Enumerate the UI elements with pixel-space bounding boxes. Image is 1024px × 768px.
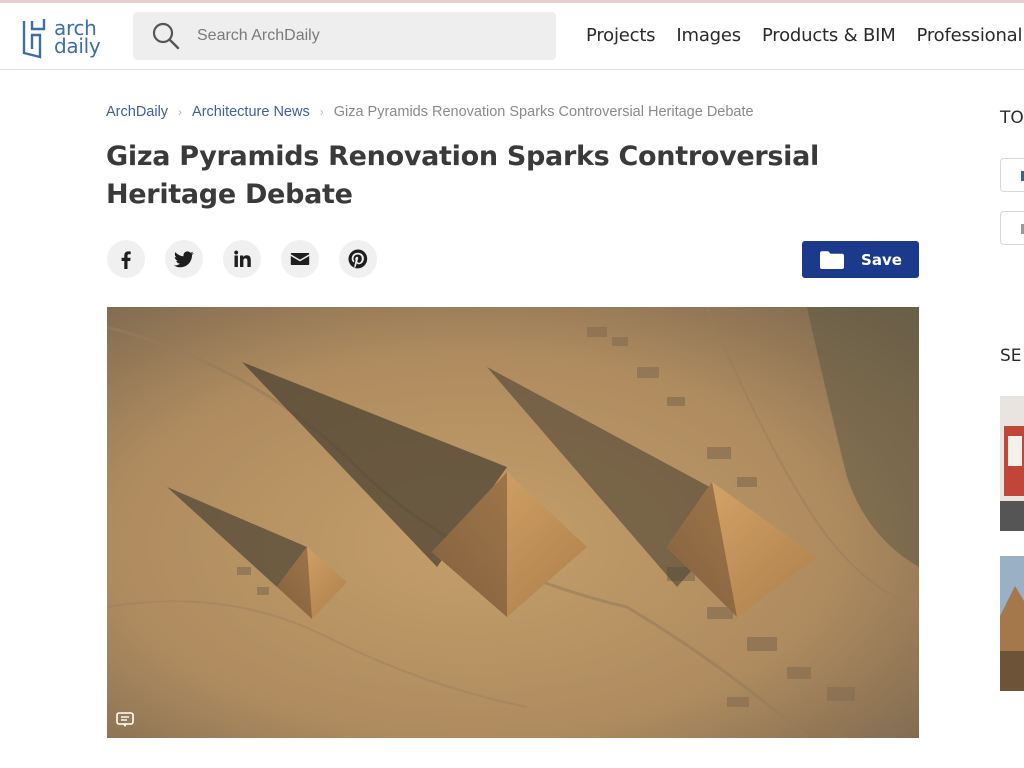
sidebar-thumbnail-1[interactable] — [1000, 396, 1024, 531]
archdaily-logo[interactable]: arch daily — [20, 12, 106, 62]
twitter-icon — [174, 251, 194, 268]
breadcrumb-separator-icon: › — [319, 105, 324, 119]
logo-line-daily: daily — [54, 34, 101, 58]
site-header: arch daily Projects Images Products & BI… — [0, 3, 1024, 70]
breadcrumb-current: Giza Pyramids Renovation Sparks Controve… — [333, 104, 754, 120]
caption-icon[interactable] — [116, 712, 134, 728]
sidebar-chip-2[interactable] — [1000, 211, 1024, 245]
logo-wordmark: arch daily — [54, 18, 101, 58]
breadcrumb-architecture-news[interactable]: Architecture News — [192, 104, 310, 120]
aerial-pyramids-illustration — [107, 307, 919, 738]
facebook-icon — [121, 251, 131, 269]
save-button-label: Save — [861, 250, 902, 269]
search-bar[interactable] — [133, 12, 556, 60]
search-input[interactable] — [197, 27, 527, 45]
logo-mark-icon — [22, 19, 46, 59]
sidebar-heading-second: SE — [1000, 346, 1022, 366]
nav-professional[interactable]: Professional — [917, 25, 1023, 46]
folder-icon — [820, 250, 845, 269]
email-share-button[interactable] — [281, 240, 319, 278]
sidebar-chip-1[interactable] — [1000, 158, 1024, 192]
linkedin-share-button[interactable] — [223, 240, 261, 278]
main-nav: Projects Images Products & BIM Professio… — [586, 25, 1023, 46]
twitter-share-button[interactable] — [165, 240, 203, 278]
sidebar-thumbnail-2[interactable] — [1000, 556, 1024, 691]
save-button[interactable]: Save — [802, 241, 919, 278]
nav-images[interactable]: Images — [676, 25, 741, 46]
linkedin-icon — [234, 250, 251, 267]
sidebar-heading-top: TO — [1000, 108, 1024, 128]
breadcrumb-archdaily[interactable]: ArchDaily — [106, 104, 168, 120]
hero-image-giza-pyramids[interactable] — [107, 307, 919, 738]
nav-products-bim[interactable]: Products & BIM — [762, 25, 896, 46]
breadcrumb-separator-icon: › — [178, 105, 183, 119]
breadcrumb: ArchDaily › Architecture News › Giza Pyr… — [106, 104, 754, 120]
facebook-share-button[interactable] — [107, 240, 145, 278]
email-icon — [290, 253, 310, 265]
share-bar — [107, 240, 377, 278]
search-icon[interactable] — [151, 21, 181, 51]
pinterest-icon — [348, 249, 368, 269]
article-title: Giza Pyramids Renovation Sparks Controve… — [106, 141, 820, 210]
pinterest-share-button[interactable] — [339, 240, 377, 278]
nav-projects[interactable]: Projects — [586, 25, 656, 46]
